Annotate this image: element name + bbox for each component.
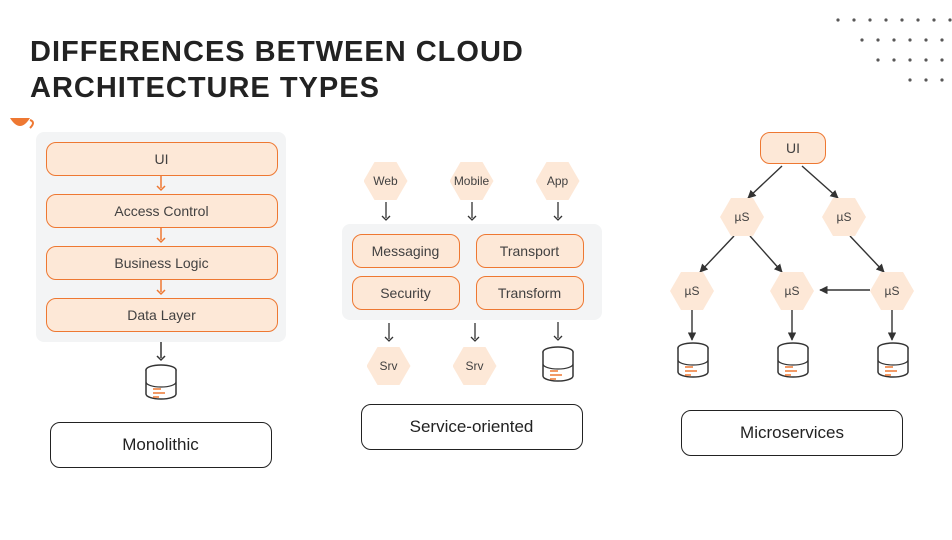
page-title: DIFFERENCES BETWEEN CLOUD ARCHITECTURE T…	[30, 34, 524, 107]
decorative-dot-grid	[832, 10, 952, 90]
service-transport: Transport	[476, 234, 584, 268]
label-microservices: Microservices	[681, 410, 903, 456]
monolithic-panel: UI Access Control Business Logic Data La…	[36, 132, 286, 342]
hex-srv-1: Srv	[367, 347, 411, 385]
database-icon	[674, 342, 712, 382]
hex-label: Srv	[466, 359, 484, 373]
ms-node-0: µS	[720, 198, 764, 236]
hex-label: Srv	[380, 359, 398, 373]
label-monolithic: Monolithic	[50, 422, 272, 468]
ms-root-label: UI	[786, 140, 800, 156]
column-monolithic: UI Access Control Business Logic Data La…	[30, 132, 291, 468]
soa-client-row: Web Mobile App	[364, 162, 580, 224]
layer-ui: UI	[46, 142, 278, 176]
arrow-down-icon	[551, 202, 565, 224]
hex-label: Web	[373, 174, 397, 188]
service-security: Security	[352, 276, 460, 310]
ms-root-ui: UI	[760, 132, 826, 164]
service-messaging: Messaging	[352, 234, 460, 268]
hex-mobile: Mobile	[450, 162, 494, 200]
title-line-2: ARCHITECTURE TYPES	[30, 70, 524, 106]
hex-web: Web	[364, 162, 408, 200]
ms-node-2: µS	[670, 272, 714, 310]
ms-node-1: µS	[822, 198, 866, 236]
column-soa: Web Mobile App Messaging Transport Secur…	[341, 132, 602, 468]
layer-data: Data Layer	[46, 298, 278, 332]
arrow-down-icon	[468, 323, 482, 345]
database-icon	[874, 342, 912, 382]
hex-label: µS	[685, 284, 700, 298]
hex-srv-2: Srv	[453, 347, 497, 385]
column-microservices: UI µS µS µS µS µS Microservices	[652, 132, 932, 468]
database-icon	[774, 342, 812, 382]
title-line-1: DIFFERENCES BETWEEN CLOUD	[30, 34, 524, 70]
arrow-down-icon	[46, 228, 276, 246]
service-transform: Transform	[476, 276, 584, 310]
microservices-graph: UI µS µS µS µS µS	[652, 132, 932, 392]
database-icon	[539, 346, 577, 386]
label-soa: Service-oriented	[361, 404, 583, 450]
hex-app: App	[536, 162, 580, 200]
layer-access-control: Access Control	[46, 194, 278, 228]
hex-label: µS	[837, 210, 852, 224]
ms-node-4: µS	[870, 272, 914, 310]
hex-label: Mobile	[454, 174, 489, 188]
arrow-down-icon	[379, 202, 393, 224]
arrow-down-icon	[46, 176, 276, 194]
hex-label: µS	[885, 284, 900, 298]
database-icon	[142, 364, 180, 404]
soa-services-panel: Messaging Transport Security Transform	[342, 224, 602, 320]
hex-label: µS	[735, 210, 750, 224]
hex-label: App	[547, 174, 568, 188]
arrow-down-icon	[382, 323, 396, 345]
hex-label: µS	[785, 284, 800, 298]
arrow-down-icon	[46, 280, 276, 298]
arrow-down-icon	[551, 322, 565, 344]
arrow-down-icon	[465, 202, 479, 224]
layer-business-logic: Business Logic	[46, 246, 278, 280]
arrow-down-icon	[154, 342, 168, 364]
ms-node-3: µS	[770, 272, 814, 310]
